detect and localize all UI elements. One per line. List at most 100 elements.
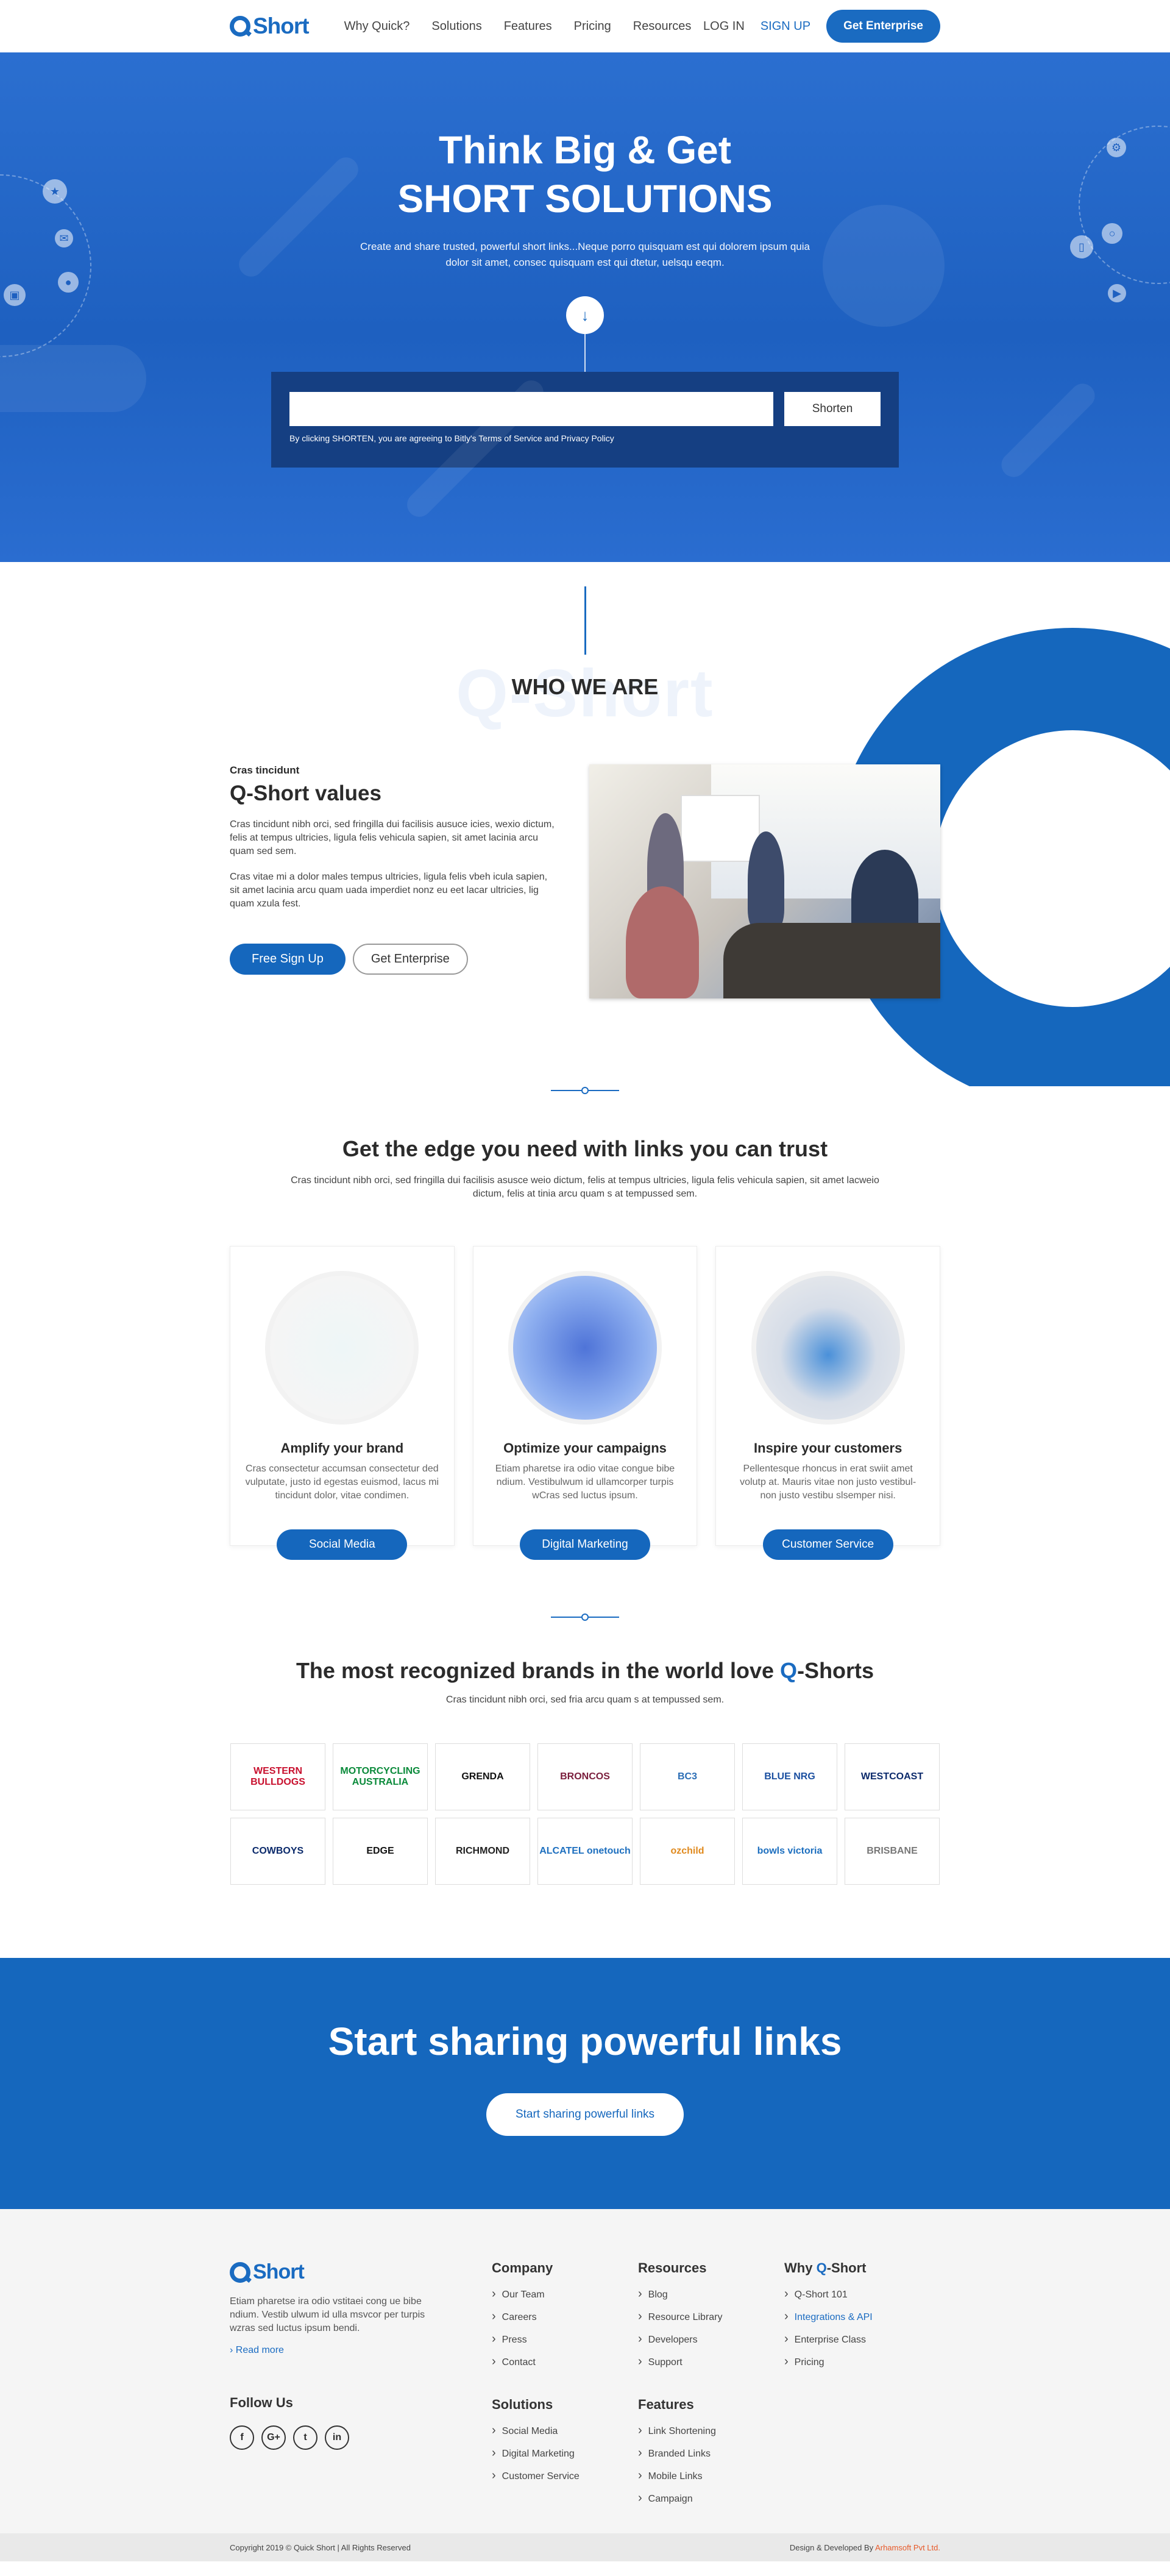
why-links: Q-Short 101 Integrations & API Enterpris… bbox=[784, 2287, 931, 2369]
copyright-text: Copyright 2019 © Quick Short | All Right… bbox=[230, 2542, 411, 2552]
shorten-button[interactable]: Shorten bbox=[784, 392, 881, 426]
follow-title: Follow Us bbox=[230, 2395, 293, 2410]
footer-logo[interactable]: Short bbox=[230, 2260, 492, 2284]
settings-icon: ⚙ bbox=[1107, 138, 1126, 157]
brand-logo-text: ALCATEL onetouch bbox=[539, 1846, 631, 1856]
shorten-form: Shorten By clicking SHORTEN, you are agr… bbox=[271, 372, 899, 468]
why-title-post: -Short bbox=[826, 2260, 867, 2275]
signup-link[interactable]: SIGN UP bbox=[760, 20, 810, 34]
photo-table bbox=[723, 923, 940, 998]
menu-pricing[interactable]: Pricing bbox=[574, 20, 611, 34]
who-text: Cras tincidunt Q-Short values Cras tinci… bbox=[230, 764, 559, 975]
brand-logo-text: RICHMOND bbox=[456, 1846, 509, 1856]
team-meeting-photo bbox=[589, 764, 940, 998]
footer-link[interactable]: Link Shortening bbox=[638, 2424, 784, 2438]
who-buttons: Free Sign Up Get Enterprise bbox=[230, 944, 559, 975]
footer-link[interactable]: Blog bbox=[638, 2287, 784, 2301]
brands-subtitle: Cras tincidunt nibh orci, sed fria arcu … bbox=[445, 1695, 725, 1705]
footer-link[interactable]: Branded Links bbox=[638, 2446, 784, 2460]
camera-icon: ▣ bbox=[4, 284, 26, 306]
facebook-icon[interactable]: f bbox=[230, 2425, 254, 2450]
share-icon: ★ bbox=[43, 179, 67, 204]
footer-link[interactable]: Campaign bbox=[638, 2491, 784, 2505]
hero-deco-blob bbox=[823, 205, 945, 327]
scroll-down-button[interactable]: ↓ bbox=[566, 296, 604, 334]
free-signup-button[interactable]: Free Sign Up bbox=[230, 944, 346, 975]
footer-link[interactable]: Support bbox=[638, 2355, 784, 2369]
menu-resources[interactable]: Resources bbox=[633, 20, 692, 34]
hero-section: ★ ✉ ● ▣ ⚙ ○ ▯ ▶ Think Big & Get SHORT SOL… bbox=[0, 52, 1170, 562]
footer-link[interactable]: Mobile Links bbox=[638, 2469, 784, 2483]
hero-title-line1: Think Big & Get bbox=[439, 128, 731, 172]
brand-logo: ozchild bbox=[640, 1818, 735, 1885]
solutions-links: Social Media Digital Marketing Customer … bbox=[492, 2424, 638, 2483]
hero-connector-line bbox=[584, 334, 586, 377]
google-plus-icon[interactable]: G+ bbox=[261, 2425, 286, 2450]
digital-marketing-button[interactable]: Digital Marketing bbox=[520, 1529, 650, 1560]
brand-logo: BRISBANE bbox=[845, 1818, 940, 1885]
brand-logo-text: MOTORCYCLING AUSTRALIA bbox=[340, 1766, 420, 1787]
footer-link[interactable]: Customer Service bbox=[492, 2469, 638, 2483]
footer-link[interactable]: Careers bbox=[492, 2310, 638, 2324]
footer-heading-company: Company bbox=[492, 2260, 553, 2275]
footer-link[interactable]: Developers bbox=[638, 2332, 784, 2346]
hero-title: Think Big & Get SHORT SOLUTIONS bbox=[0, 52, 1170, 223]
logo[interactable]: Short bbox=[230, 13, 310, 39]
footer-link[interactable]: Enterprise Class bbox=[784, 2332, 931, 2346]
menu-features[interactable]: Features bbox=[504, 20, 552, 34]
why-title-pre: Why bbox=[784, 2260, 817, 2275]
edge-subtitle: Cras tincidunt nibh orci, sed fringilla … bbox=[291, 1175, 879, 1199]
footer-link[interactable]: Contact bbox=[492, 2355, 638, 2369]
who-kicker: Cras tincidunt bbox=[230, 764, 300, 776]
shorten-form-row: Shorten bbox=[289, 392, 881, 426]
login-link[interactable]: LOG IN bbox=[703, 20, 745, 34]
brands-title-q: Q bbox=[780, 1658, 798, 1683]
feature-card: Inspire your customers Pellentesque rhon… bbox=[715, 1246, 941, 1560]
footer-link[interactable]: Pricing bbox=[784, 2355, 931, 2369]
hero-title-line2: SHORT SOLUTIONS bbox=[397, 177, 773, 221]
feature-cards: Amplify your brand Cras consectetur accu… bbox=[230, 1246, 941, 1560]
terms-note: By clicking SHORTEN, you are agreeing to… bbox=[289, 433, 614, 443]
get-enterprise-outline-button[interactable]: Get Enterprise bbox=[352, 944, 468, 975]
main-menu: Why Quick? Solutions Features Pricing Re… bbox=[344, 20, 692, 34]
footer-about: Short Etiam pharetse ira odio vstitaei c… bbox=[230, 2260, 492, 2514]
brands-title-pre: The most recognized brands in the world … bbox=[296, 1658, 781, 1683]
footer-link-active[interactable]: Integrations & API bbox=[784, 2310, 931, 2324]
menu-why-quick[interactable]: Why Quick? bbox=[344, 20, 410, 34]
who-heading: Q-Short values bbox=[230, 781, 381, 805]
twitter-icon[interactable]: t bbox=[293, 2425, 317, 2450]
who-content: Cras tincidunt Q-Short values Cras tinci… bbox=[230, 764, 940, 998]
who-connector-line bbox=[584, 586, 586, 655]
play-icon: ▶ bbox=[1108, 284, 1126, 302]
read-more-link[interactable]: › Read more bbox=[230, 2345, 492, 2356]
brand-logo-text: GRENDA bbox=[461, 1771, 504, 1782]
footer-link[interactable]: Digital Marketing bbox=[492, 2446, 638, 2460]
hero-deco-blob bbox=[0, 345, 146, 412]
customer-service-button[interactable]: Customer Service bbox=[762, 1529, 893, 1560]
footer-link[interactable]: Press bbox=[492, 2332, 638, 2346]
footer-link[interactable]: Our Team bbox=[492, 2287, 638, 2301]
credit-link[interactable]: Arhamsoft Pvt Ltd. bbox=[875, 2543, 940, 2552]
feature-card: Optimize your campaigns Etiam pharetse i… bbox=[472, 1246, 698, 1560]
separator-line bbox=[589, 1090, 619, 1091]
social-media-button[interactable]: Social Media bbox=[277, 1529, 408, 1560]
hero-deco-stripe bbox=[996, 379, 1100, 482]
footer-link[interactable]: Q-Short 101 bbox=[784, 2287, 931, 2301]
digital-marketing-illustration bbox=[508, 1271, 662, 1425]
start-sharing-button[interactable]: Start sharing powerful links bbox=[486, 2093, 684, 2136]
brand-logo-text: BLUE NRG bbox=[764, 1771, 815, 1782]
linkedin-icon[interactable]: in bbox=[325, 2425, 349, 2450]
social-media-illustration bbox=[265, 1271, 419, 1425]
footer-link[interactable]: Resource Library bbox=[638, 2310, 784, 2324]
card-text: Pellentesque rhoncus in erat swiit amet … bbox=[740, 1464, 916, 1501]
brand-logo-text: WESTERN BULLDOGS bbox=[250, 1766, 305, 1787]
cta-section: Start sharing powerful links Start shari… bbox=[0, 1958, 1170, 2209]
social-icons: f G+ t in bbox=[230, 2425, 492, 2450]
footer-link[interactable]: Social Media bbox=[492, 2424, 638, 2438]
mail-icon: ✉ bbox=[55, 229, 73, 247]
separator-dot bbox=[581, 1614, 589, 1621]
get-enterprise-button[interactable]: Get Enterprise bbox=[826, 10, 940, 43]
separator-line bbox=[589, 1617, 619, 1618]
brand-logo: RICHMOND bbox=[435, 1818, 530, 1885]
menu-solutions[interactable]: Solutions bbox=[431, 20, 481, 34]
